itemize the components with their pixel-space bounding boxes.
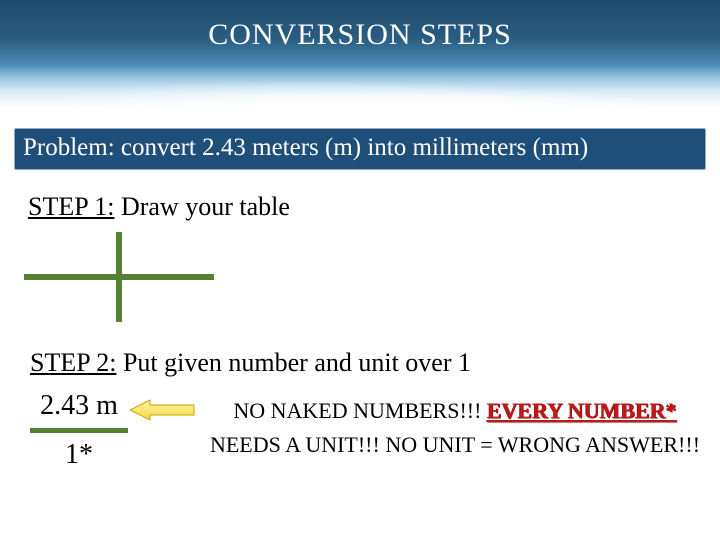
problem-statement: Problem: convert 2.43 meters (m) into mi… (14, 128, 706, 170)
step-2-label: STEP 2: (30, 348, 116, 377)
conversion-table-drawing (24, 232, 214, 322)
warning-pre: NO NAKED NUMBERS!!! (233, 398, 487, 423)
step-1-label: STEP 1: (28, 192, 114, 221)
step-2-heading: STEP 2: Put given number and unit over 1 (30, 348, 471, 378)
warning-text: NO NAKED NUMBERS!!! EVERY NUMBER* NEEDS … (200, 394, 710, 462)
header-banner: CONVERSION STEPS (0, 0, 720, 110)
step-1-heading: STEP 1: Draw your table (28, 192, 290, 222)
wave-fade (0, 65, 720, 110)
step-1-text: Draw your table (114, 192, 289, 221)
page-title: CONVERSION STEPS (0, 18, 720, 52)
fraction-denominator: 1* (30, 439, 128, 471)
step-2-text: Put given number and unit over 1 (116, 348, 471, 377)
fraction-display: 2.43 m 1* (30, 390, 128, 471)
slide: CONVERSION STEPS Problem: convert 2.43 m… (0, 0, 720, 540)
fraction-numerator: 2.43 m (30, 390, 128, 422)
warning-emphasis: EVERY NUMBER* (487, 398, 677, 423)
left-arrow-icon (130, 398, 196, 422)
fraction-bar (30, 428, 128, 433)
warning-post: NEEDS A UNIT!!! NO UNIT = WRONG ANSWER!!… (210, 432, 700, 457)
